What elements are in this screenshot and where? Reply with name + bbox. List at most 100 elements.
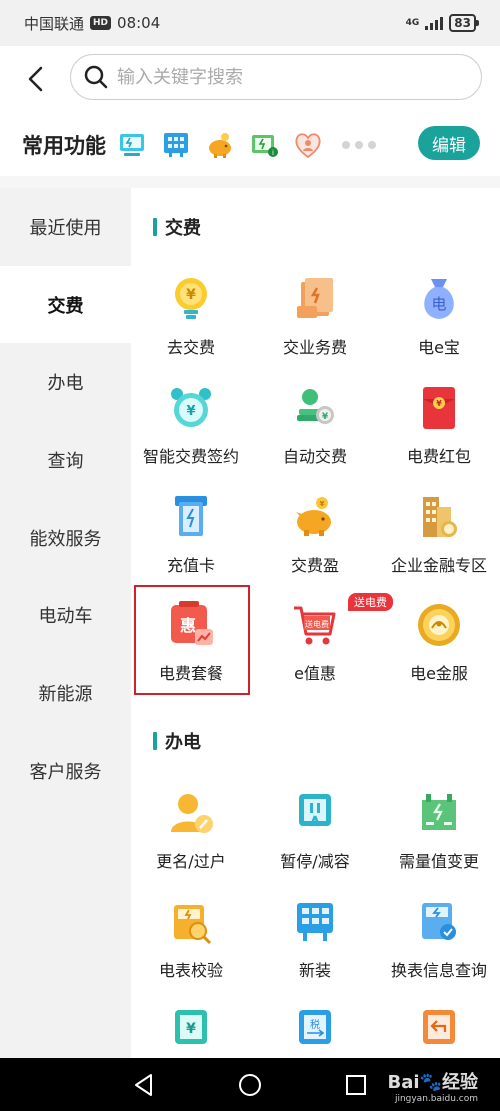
back-arrow-icon[interactable] [22, 64, 52, 94]
red-envelope-icon: ¥ [414, 383, 464, 433]
tile-label: e值惠 [294, 664, 336, 683]
tile-red-envelope[interactable]: ¥ 电费红包 [379, 377, 499, 477]
sidebar-item-recent[interactable]: 最近使用 [0, 188, 131, 266]
building-icon [414, 492, 464, 542]
heart-icon[interactable] [292, 129, 324, 161]
grid-panel-icon[interactable] [160, 129, 192, 161]
tile-label: 新装 [298, 961, 331, 980]
status-bar: 中国联通 HD 08:04 4G 83 [0, 0, 500, 46]
section-title-text: 办电 [165, 732, 201, 753]
edit-button[interactable]: 编辑 [418, 126, 480, 160]
tile-partial-3[interactable] [379, 998, 499, 1058]
sidebar-item-ev[interactable]: 电动车 [0, 576, 131, 654]
card-slot-icon [166, 492, 216, 542]
svg-text:¥: ¥ [320, 500, 325, 508]
search-input[interactable] [117, 66, 457, 88]
tile-label: 需量值变更 [398, 852, 479, 871]
meter-search-icon [414, 897, 464, 947]
section-title-apply-power: 办电 [153, 728, 201, 754]
svg-text:税: 税 [310, 1018, 320, 1031]
tile-label: 交费盈 [290, 556, 339, 575]
tile-partial-1[interactable]: ¥ [131, 998, 251, 1058]
network-type: 4G [405, 17, 420, 28]
tile-label: 电e宝 [418, 338, 460, 357]
search-header [0, 46, 500, 114]
piggy-bank-icon: ¥ [290, 492, 340, 542]
tile-new-install[interactable]: 新装 [255, 891, 375, 991]
tile-business-fee[interactable]: 交业务费 [255, 268, 375, 368]
alarm-clock-icon: ¥ [166, 383, 216, 433]
sidebar-item-apply-power[interactable]: 办电 [0, 343, 131, 421]
status-right: 4G 83 [405, 14, 479, 32]
tile-label: 电费红包 [406, 447, 471, 466]
tile-pause-reduce[interactable]: 暂停/减容 [255, 782, 375, 882]
svg-text:送电费: 送电费 [305, 619, 329, 629]
common-functions-icons[interactable]: i [116, 129, 376, 161]
section-title-payment: 交费 [153, 214, 201, 240]
tile-recharge-card[interactable]: 充值卡 [131, 486, 251, 586]
tile-label: 交业务费 [282, 338, 347, 357]
section-accent-bar [153, 732, 157, 750]
tile-go-pay[interactable]: ¥ 去交费 [131, 268, 251, 368]
charger-icon[interactable]: i [248, 129, 280, 161]
category-sidebar: 最近使用 交费 办电 查询 能效服务 电动车 新能源 客户服务 [0, 188, 131, 1058]
document-icon [290, 274, 340, 324]
sidebar-item-payment[interactable]: 交费 [0, 265, 131, 344]
tile-smart-pay-contract[interactable]: ¥ 智能交费签约 [131, 377, 251, 477]
tax-icon: 税 [290, 1004, 340, 1054]
tile-label: 更名/过户 [156, 852, 226, 871]
tile-label: 暂停/减容 [280, 852, 350, 871]
clock: 08:04 [117, 14, 161, 32]
svg-text:i: i [272, 149, 274, 157]
tile-label: 智能交费签约 [142, 447, 239, 466]
new-install-icon [290, 897, 340, 947]
search-icon [84, 65, 108, 89]
tile-dian-e-bao[interactable]: 电 电e宝 [379, 268, 499, 368]
meter-check-icon [166, 897, 216, 947]
sidebar-item-new-energy[interactable]: 新能源 [0, 654, 131, 732]
piggy-bank-icon[interactable] [204, 129, 236, 161]
more-dots-icon[interactable] [342, 141, 376, 149]
factory-icon [414, 788, 464, 838]
gold-bulb-icon: ¥ [166, 274, 216, 324]
tile-pay-ying[interactable]: ¥ 交费盈 [255, 486, 375, 586]
svg-text:¥: ¥ [186, 287, 196, 303]
tile-label: 电e金服 [410, 664, 468, 683]
sidebar-item-query[interactable]: 查询 [0, 421, 131, 499]
pause-icon [290, 788, 340, 838]
divider [0, 176, 500, 188]
section-accent-bar [153, 218, 157, 236]
gold-coin-icon [414, 600, 464, 650]
tile-rename-transfer[interactable]: 更名/过户 [131, 782, 251, 882]
svg-text:¥: ¥ [436, 399, 442, 408]
tile-demand-change[interactable]: 需量值变更 [379, 782, 499, 882]
nav-home-icon[interactable] [237, 1072, 263, 1098]
tile-label: 企业金融专区 [390, 556, 487, 575]
svg-text:电: 电 [431, 295, 446, 313]
nav-recents-icon[interactable] [343, 1072, 369, 1098]
carrier-info: 中国联通 HD 08:04 [24, 13, 160, 34]
common-functions-bar: 常用功能 i 编辑 [0, 114, 500, 176]
tile-label: 去交费 [166, 338, 215, 357]
tile-meter-check[interactable]: 电表校验 [131, 891, 251, 991]
return-icon [414, 1004, 464, 1054]
tile-e-zhi-hui[interactable]: 送电费 送电费 e值惠 [255, 593, 393, 694]
monitor-icon[interactable] [116, 129, 148, 161]
search-box[interactable] [70, 54, 482, 100]
coin-stack-icon: ¥ [290, 383, 340, 433]
tile-enterprise-finance[interactable]: 企业金融专区 [379, 486, 499, 586]
tile-label: 电表校验 [158, 961, 223, 980]
money-bag-icon: 电 [414, 274, 464, 324]
tile-label: 换表信息查询 [390, 961, 487, 980]
tile-auto-pay[interactable]: ¥ 自动交费 [255, 377, 375, 477]
tile-dian-e-finance[interactable]: 电e金服 [379, 594, 499, 694]
highlight-box [134, 585, 250, 695]
tile-partial-2[interactable]: 税 [255, 998, 375, 1058]
sidebar-item-customer-service[interactable]: 客户服务 [0, 732, 131, 810]
battery-indicator: 83 [449, 14, 479, 32]
tile-meter-change-query[interactable]: 换表信息查询 [379, 891, 499, 991]
function-grid: 交费 ¥ 去交费 交业务费 电 电e宝 ¥ 智能交费签约 ¥ 自动交费 ¥ 电费… [131, 188, 500, 1058]
signal-icon [425, 16, 444, 30]
nav-back-icon[interactable] [131, 1072, 157, 1098]
sidebar-item-energy-service[interactable]: 能效服务 [0, 499, 131, 577]
